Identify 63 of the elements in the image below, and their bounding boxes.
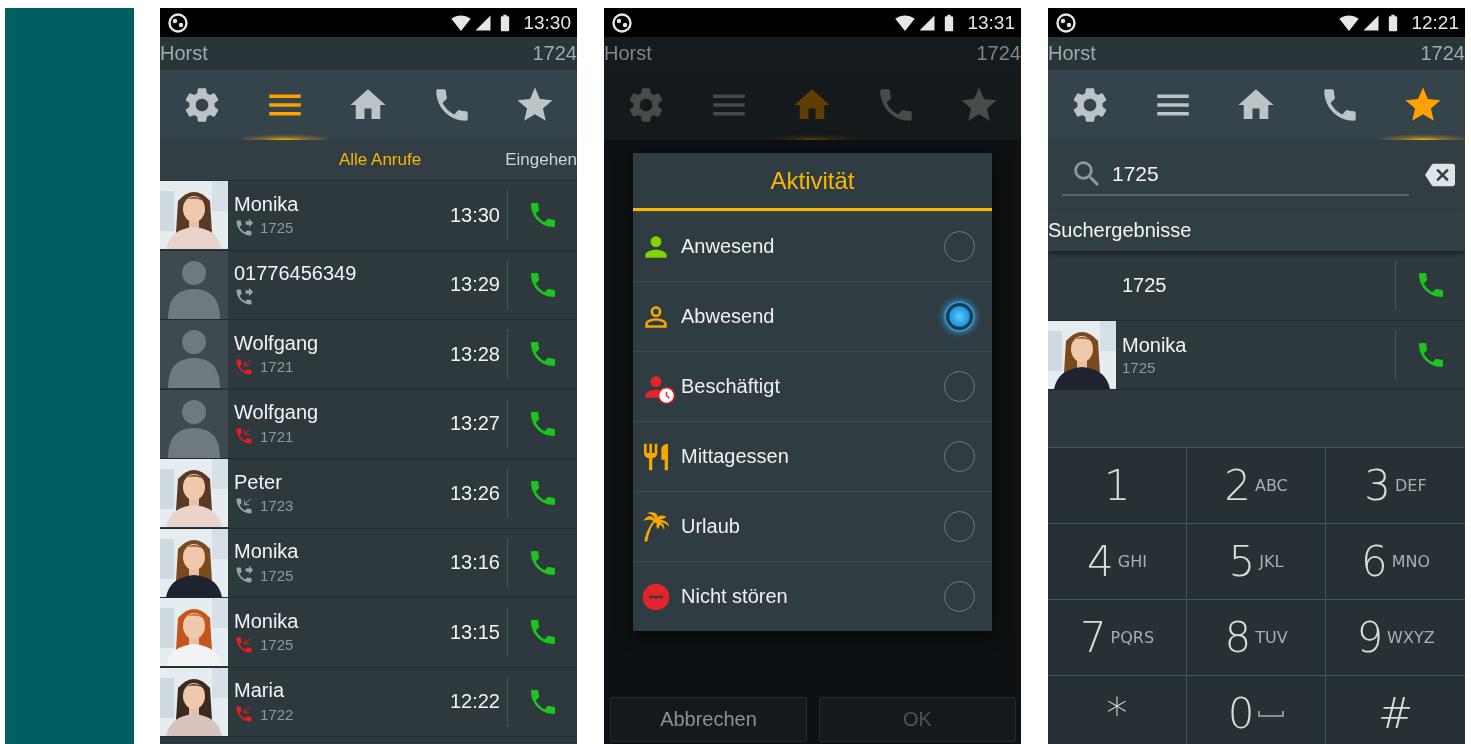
call-time: 13:26 xyxy=(449,481,500,505)
caller-extension: 1725 xyxy=(260,219,294,237)
person-silhouette-icon xyxy=(160,250,228,319)
caller-name: Monika xyxy=(234,609,300,633)
call-time: 13:16 xyxy=(449,551,500,575)
clock: 13:31 xyxy=(967,11,1015,34)
caller-name: Wolfgang xyxy=(234,331,320,355)
dial-key[interactable]: 0 xyxy=(1187,675,1326,744)
caller-name: Monika xyxy=(234,540,300,564)
call-time: 13:29 xyxy=(449,273,500,297)
radio-button[interactable] xyxy=(944,301,975,332)
result-name: Monika xyxy=(1122,333,1188,357)
extension-number: 1724 xyxy=(532,42,577,65)
space-icon xyxy=(1258,709,1285,718)
search-bar[interactable]: 1725 xyxy=(1048,140,1465,210)
dial-key[interactable]: 1 xyxy=(1048,447,1187,523)
caller-name: Maria xyxy=(234,679,285,703)
outgoing-call-icon xyxy=(234,217,254,238)
caller-extension: 1723 xyxy=(260,497,294,515)
person-silhouette-icon xyxy=(160,389,228,458)
dialog-title: Aktivität xyxy=(770,166,855,195)
user-name: Horst xyxy=(1048,42,1096,65)
activity-label: Urlaub xyxy=(681,515,741,538)
caller-name: Monika xyxy=(234,192,300,216)
result-extension: 1725 xyxy=(1122,358,1157,376)
dialog-button[interactable]: Abbrechen xyxy=(610,697,807,742)
caller-extension: 1721 xyxy=(260,358,294,376)
signal-icon xyxy=(1362,13,1381,32)
app-logo-icon xyxy=(1056,12,1076,33)
call-time: 13:15 xyxy=(449,620,500,644)
activity-label: Nicht stören xyxy=(681,585,789,608)
app-logo-icon xyxy=(168,12,188,33)
caller-name: Wolfgang xyxy=(234,401,320,425)
caller-name: 01776456349 xyxy=(234,262,358,286)
person-silhouette-icon xyxy=(160,320,228,389)
call-time: 12:22 xyxy=(449,690,500,714)
clock: 12:21 xyxy=(1411,11,1459,34)
activity-label: Beschäftigt xyxy=(681,375,781,398)
filter-tab[interactable]: Eingehen xyxy=(505,150,577,170)
app-logo-icon xyxy=(612,12,632,33)
extension-number: 1724 xyxy=(1420,42,1465,65)
user-name: Horst xyxy=(604,42,652,65)
call-time: 13:28 xyxy=(449,342,500,366)
filter-tab[interactable]: Alle Anrufe xyxy=(338,150,422,170)
signal-icon xyxy=(918,13,937,32)
activity-label: Abwesend xyxy=(681,305,776,328)
call-time: 13:30 xyxy=(449,203,500,227)
signal-icon xyxy=(474,13,493,32)
dial-key[interactable]: * xyxy=(1048,675,1187,744)
activity-label: Mittagessen xyxy=(681,445,790,468)
caller-extension: 1725 xyxy=(260,636,294,654)
user-name: Horst xyxy=(160,42,208,65)
search-field[interactable]: 1725 xyxy=(1110,161,1409,187)
call-time: 13:27 xyxy=(449,412,500,436)
extension-number: 1724 xyxy=(976,42,1021,65)
activity-label: Anwesend xyxy=(681,235,776,258)
caller-name: Peter xyxy=(234,470,283,494)
caller-extension: 1722 xyxy=(260,705,294,723)
clock: 13:30 xyxy=(523,11,571,34)
caller-extension: 1725 xyxy=(260,566,294,584)
caller-extension: 1721 xyxy=(260,427,294,445)
result-name: 1725 xyxy=(1122,273,1168,297)
section-title: Suchergebnisse xyxy=(1048,219,1192,242)
